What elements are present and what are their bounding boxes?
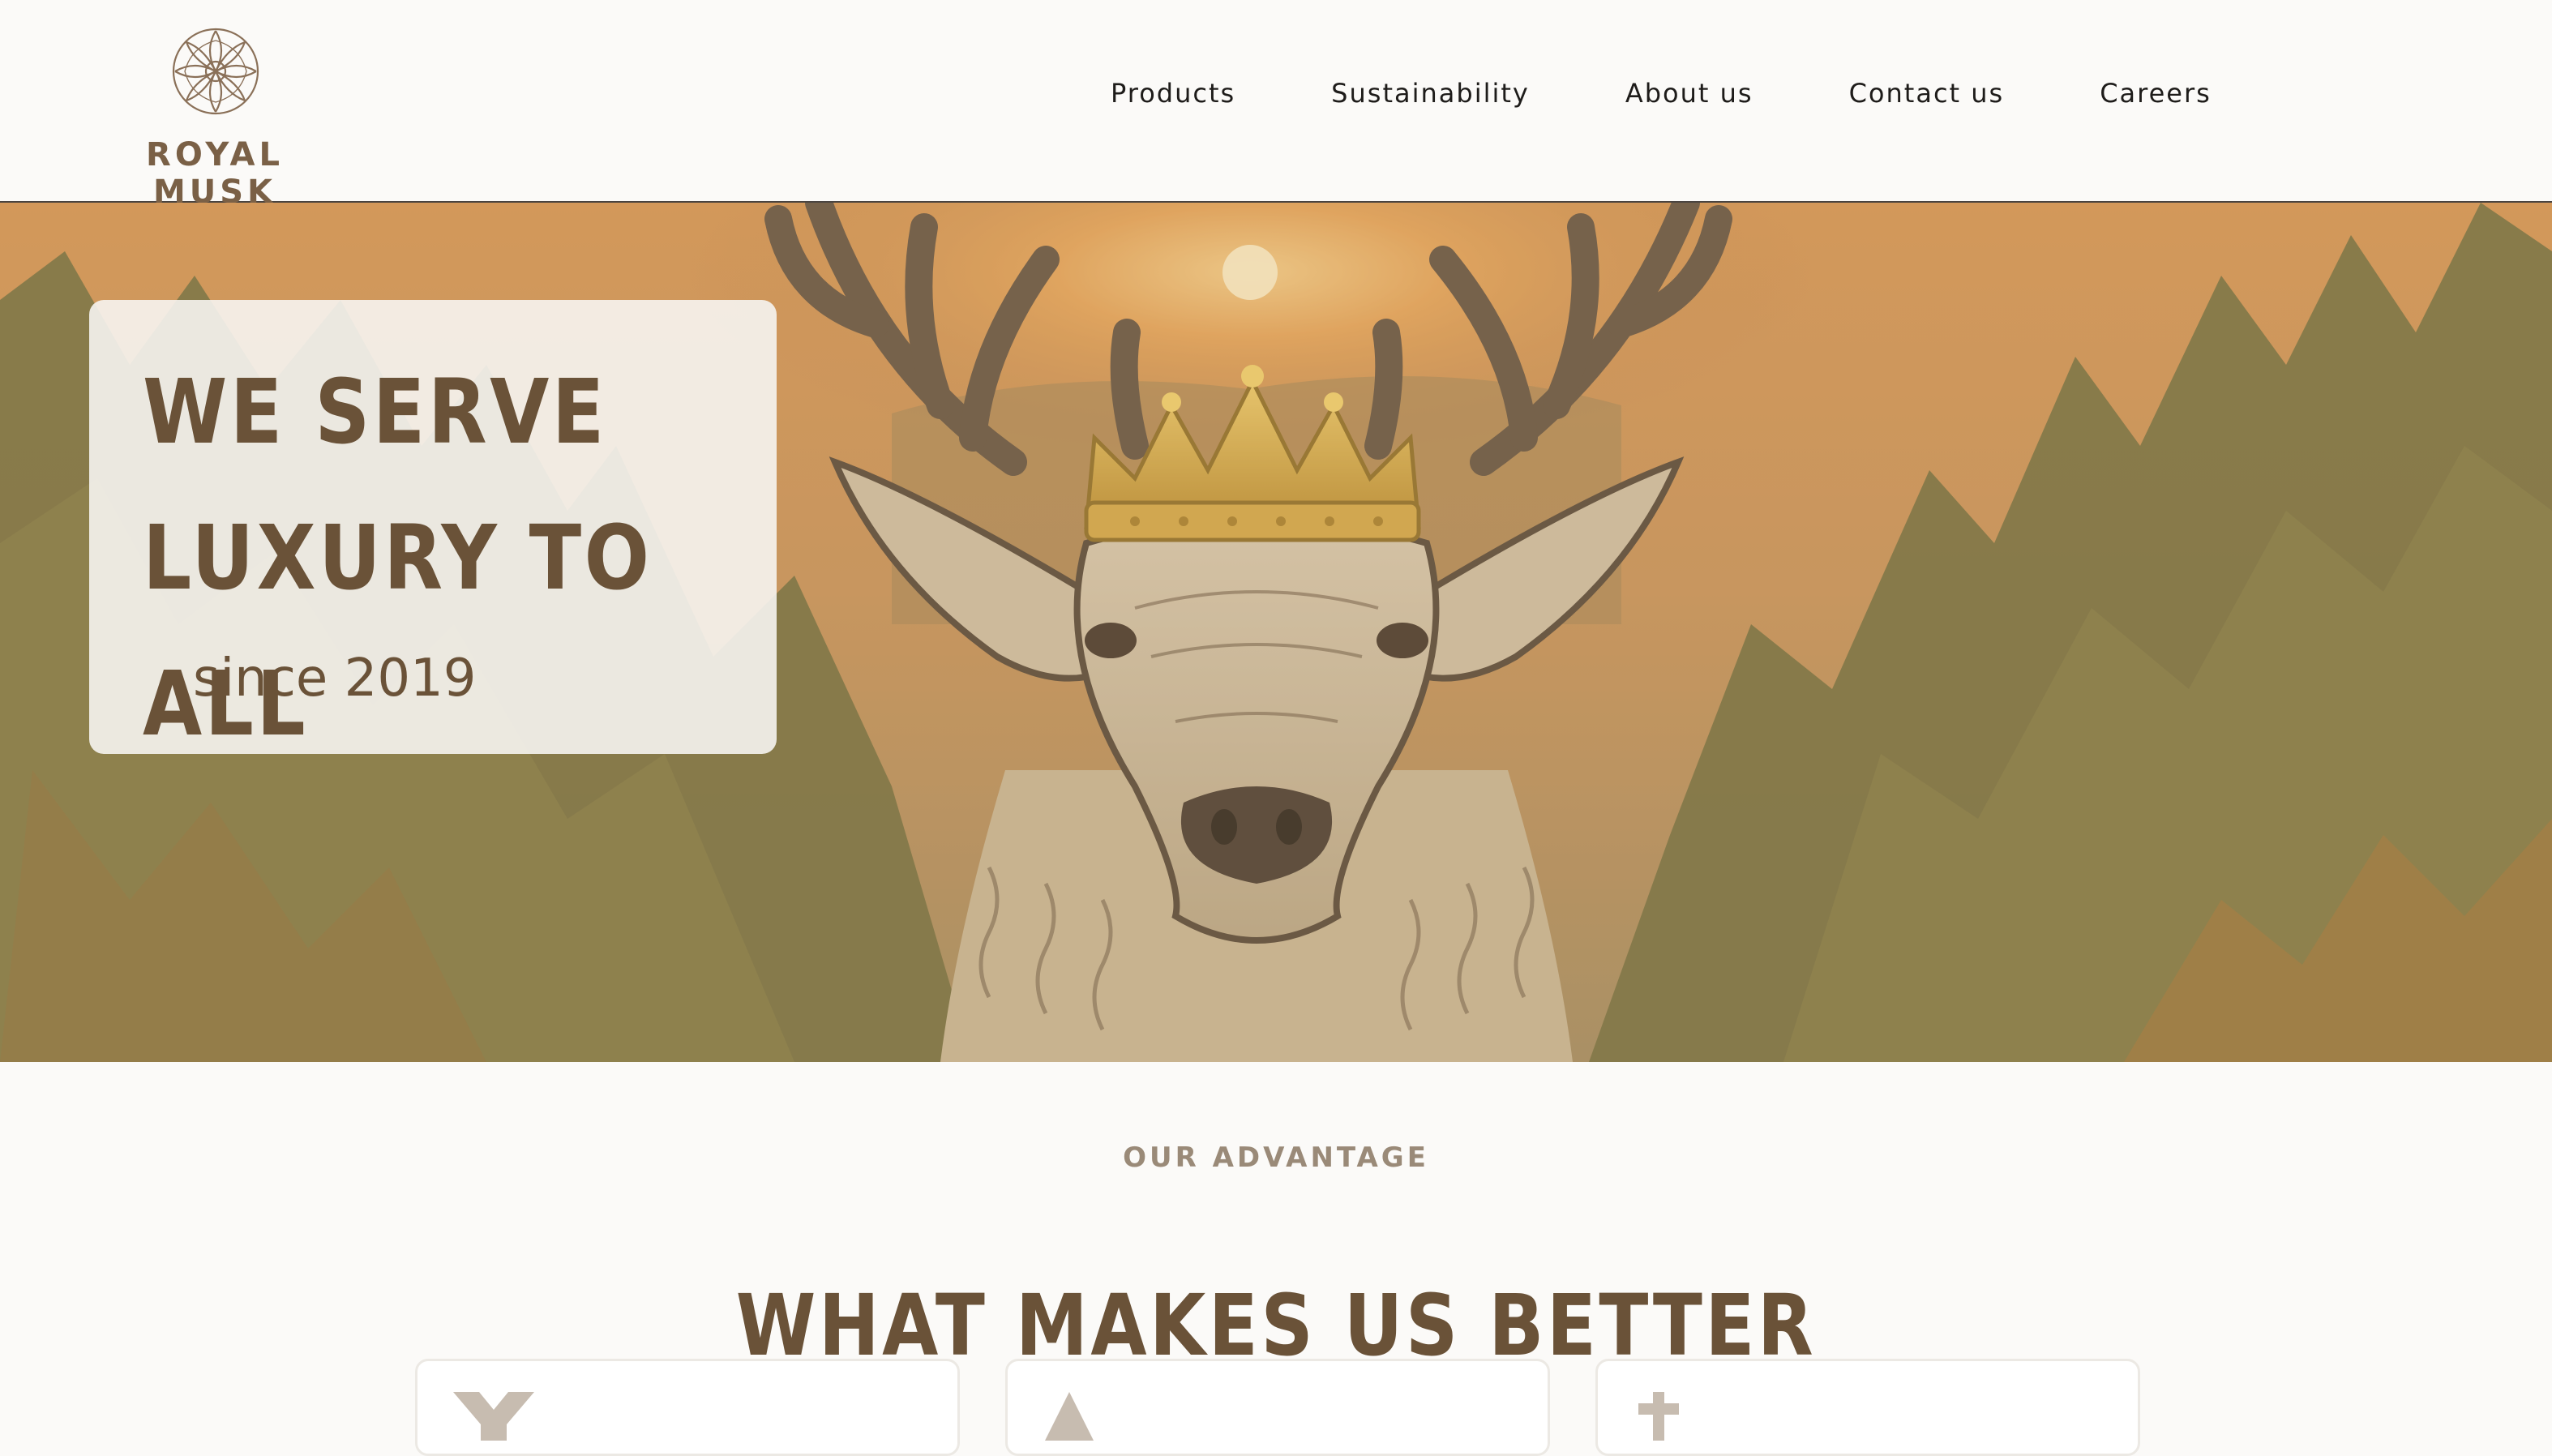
advantage-card-2[interactable] <box>1005 1359 1550 1456</box>
hero-since-text: since 2019 <box>193 649 477 709</box>
site-header: ROYAL MUSK Products Sustainability About… <box>0 0 2552 211</box>
hero-headline: We serve luxury to all <box>143 360 653 756</box>
advantage-cards <box>415 1359 2142 1456</box>
nav-contact-us[interactable]: Contact us <box>1849 78 2005 109</box>
nav-sustainability[interactable]: Sustainability <box>1331 78 1530 109</box>
nav-careers[interactable]: Careers <box>2100 78 2212 109</box>
tree-icon <box>1045 1392 1094 1441</box>
logo-mandala-icon <box>172 28 259 115</box>
section-eyebrow: OUR ADVANTAGE <box>1123 1141 1429 1174</box>
hero-banner: We serve luxury to all since 2019 <box>0 203 2552 1062</box>
plus-icon <box>1638 1392 1679 1441</box>
advantage-card-3[interactable] <box>1595 1359 2140 1456</box>
nav-products[interactable]: Products <box>1111 78 1235 109</box>
main-nav: Products Sustainability About us Contact… <box>1111 78 2212 109</box>
hero-text-card: We serve luxury to all since 2019 <box>89 300 777 756</box>
nav-about-us[interactable]: About us <box>1625 78 1753 109</box>
tool-icon <box>453 1392 534 1441</box>
advantage-card-1[interactable] <box>415 1359 960 1456</box>
logo-wordmark: ROYAL MUSK <box>146 136 284 211</box>
logo[interactable]: ROYAL MUSK <box>89 23 340 211</box>
